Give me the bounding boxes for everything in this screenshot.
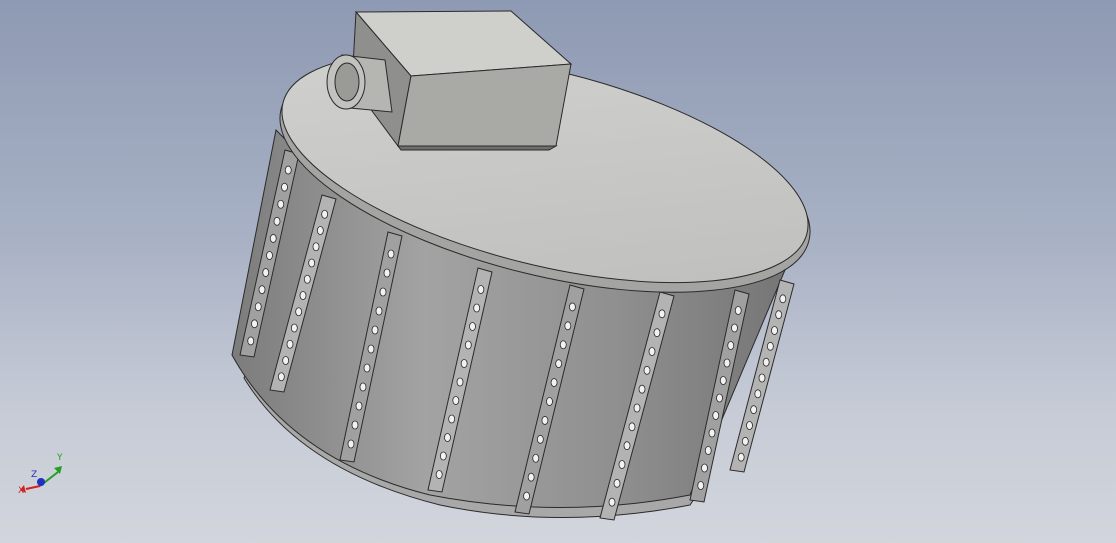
cylindrical-housing-model[interactable] <box>0 0 1116 543</box>
bolt-hole <box>708 428 716 438</box>
bolt-hole <box>737 452 745 462</box>
bolt-hole <box>766 341 774 351</box>
bolt-hole <box>277 199 285 209</box>
bolt-hole <box>290 323 298 333</box>
bolt-hole <box>277 372 285 382</box>
bolt-hole <box>623 441 631 451</box>
bolt-hole <box>523 491 530 501</box>
y-axis-label: Y <box>56 453 63 463</box>
bolt-hole <box>299 291 307 300</box>
bolt-hole <box>269 234 277 243</box>
bolt-hole <box>727 341 735 350</box>
bolt-hole <box>658 309 666 319</box>
view-cube-triad[interactable]: Y Z X <box>14 448 74 500</box>
bolt-hole <box>321 209 329 219</box>
bolt-hole <box>308 258 316 268</box>
bolt-hole <box>618 460 626 469</box>
pipe-nozzle <box>326 54 393 113</box>
bolt-hole <box>643 365 651 375</box>
bolt-hole <box>456 377 464 387</box>
bolt-hole <box>750 405 758 415</box>
bolt-hole <box>439 451 447 461</box>
bolt-hole <box>527 472 535 482</box>
bolt-hole <box>716 393 723 403</box>
z-axis-label: Z <box>31 470 37 480</box>
bolt-hole <box>775 310 783 320</box>
bolt-hole <box>363 363 371 373</box>
bolt-hole <box>697 481 705 490</box>
bolt-hole <box>541 416 549 425</box>
bolt-hole <box>638 384 646 394</box>
bolt-hole <box>559 340 567 350</box>
3d-viewport[interactable]: Y Z X <box>0 0 1116 543</box>
bolt-hole <box>286 339 294 349</box>
bolt-hole <box>273 216 281 226</box>
bolt-hole <box>704 446 712 455</box>
x-axis-label: X <box>18 486 24 496</box>
bolt-hole <box>251 319 258 329</box>
bolt-hole <box>316 226 324 235</box>
bolt-hole <box>303 274 311 284</box>
bolt-hole <box>262 268 270 277</box>
bolt-hole <box>312 242 320 252</box>
bolt-hole <box>536 434 544 444</box>
bolt-hole <box>347 439 355 449</box>
bolt-hole <box>295 307 303 317</box>
bolt-hole <box>719 376 727 385</box>
bolt-hole <box>469 322 476 331</box>
bolt-hole <box>746 421 753 430</box>
bolt-hole <box>771 326 778 335</box>
bolt-hole <box>387 249 395 259</box>
bolt-hole <box>375 306 383 316</box>
bolt-hole <box>723 358 731 368</box>
bolt-hole <box>383 268 391 278</box>
bolt-hole <box>435 470 443 479</box>
bolt-hole <box>444 433 451 442</box>
bolt-hole <box>281 182 288 192</box>
bolt-hole <box>569 302 576 312</box>
bolt-hole <box>367 344 375 354</box>
bolt-hole <box>731 323 738 333</box>
bolt-hole <box>608 497 616 507</box>
bolt-hole <box>613 478 621 488</box>
bolt-hole <box>379 287 387 297</box>
bolt-hole <box>247 336 255 346</box>
bolt-hole <box>452 396 460 405</box>
x-axis-line <box>25 485 41 490</box>
z-axis-indicator <box>37 478 45 486</box>
bolt-hole <box>351 420 359 430</box>
bolt-hole <box>546 397 553 406</box>
bolt-hole <box>555 359 563 369</box>
bolt-hole <box>628 422 636 432</box>
bolt-hole <box>355 401 363 411</box>
bolt-hole <box>473 303 481 313</box>
bolt-hole <box>712 411 720 420</box>
bolt-hole <box>477 285 485 294</box>
bolt-hole <box>448 414 456 424</box>
bolt-hole <box>284 165 292 175</box>
bolt-hole <box>762 357 770 367</box>
bolt-hole <box>758 373 766 383</box>
bolt-hole <box>648 347 656 356</box>
bolt-hole <box>653 328 661 338</box>
bolt-hole <box>701 463 708 473</box>
bolt-hole <box>754 389 762 399</box>
bolt-hole <box>254 302 262 312</box>
bolt-hole <box>266 251 273 260</box>
bolt-hole <box>741 436 749 446</box>
bolt-hole <box>633 403 641 413</box>
bolt-hole <box>282 356 290 365</box>
bolt-hole <box>371 325 379 335</box>
bolt-hole <box>734 306 742 315</box>
bolt-hole <box>460 359 468 368</box>
bolt-hole <box>464 340 472 350</box>
bolt-hole <box>532 453 540 463</box>
bolt-hole <box>779 294 787 304</box>
bolt-hole <box>550 378 558 387</box>
bolt-hole <box>359 382 367 392</box>
bolt-hole <box>564 321 572 331</box>
bolt-hole <box>258 285 266 295</box>
